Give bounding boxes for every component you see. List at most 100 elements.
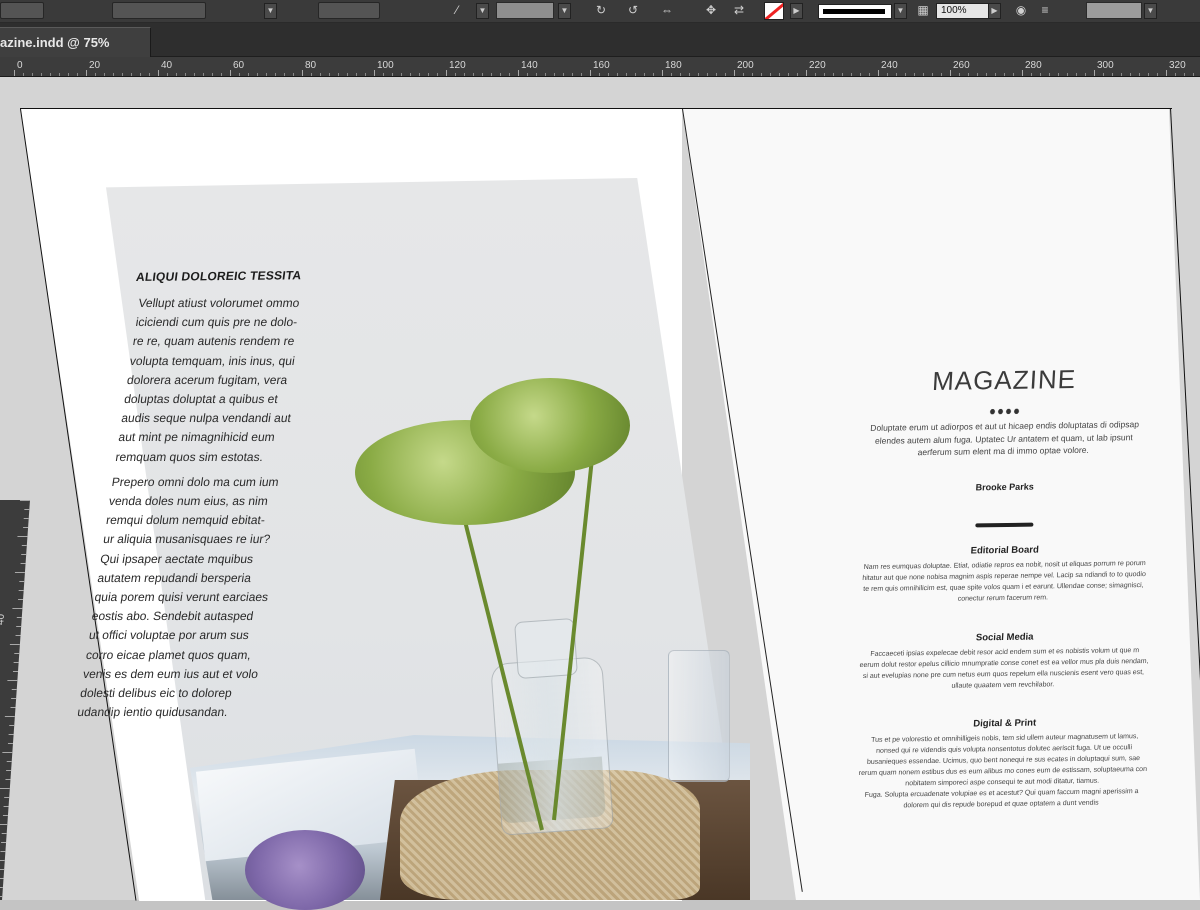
ruler-minor-tick [50,73,51,76]
ruler-tick-label: 80 [305,60,317,71]
opacity-input[interactable]: 100% [936,3,990,19]
ruler-minor-tick [644,73,645,76]
opacity-dropdown-icon[interactable]: ▶ [988,3,1001,19]
fill-dropdown-icon[interactable]: ▶ [790,3,803,19]
section-body-social-media[interactable]: Faccaeceti ipsias expelecae debit resor … [857,645,1150,693]
ruler-tick [18,599,24,600]
shear-field[interactable] [496,2,554,19]
horizontal-ruler[interactable]: 0 20 40 60 80 100 120 140 160 180 200 220 240 260 280 3… [0,57,1200,77]
ruler-tick [14,70,15,76]
ruler-minor-tick [23,73,24,76]
ruler-minor-tick [851,73,852,76]
ruler-minor-tick [959,73,960,76]
ruler-minor-tick [860,73,861,76]
shear-dropdown-icon[interactable]: ▼ [558,3,571,19]
rotate-down-arrow-icon[interactable]: ▼ [264,3,277,19]
ruler-minor-tick [536,73,537,76]
align-icon[interactable]: ≡ [1036,2,1054,18]
ruler-minor-tick [1058,73,1059,76]
ruler-tick-label: 200 [737,60,754,71]
ruler-minor-tick [824,73,825,76]
ruler-tick [19,581,25,582]
fill-none-swatch-icon[interactable] [764,2,784,20]
ruler-tick [6,761,12,762]
select-content-icon[interactable]: ⇄ [730,2,748,18]
ruler-tick [2,752,13,753]
ruler-minor-tick [1076,73,1077,76]
ruler-tick [1022,70,1023,76]
ruler-minor-tick [32,73,33,76]
select-container-icon[interactable]: ✥ [702,2,720,18]
rotate-ccw-icon[interactable]: ↺ [624,2,642,18]
ruler-tick-label: 40 [161,60,173,71]
intro-text[interactable]: Doluptate erum ut adiorpos et aut ut hic… [858,418,1150,460]
ruler-minor-tick [419,73,420,76]
ruler-tick-label: 240 [881,60,898,71]
ruler-tick [11,689,17,690]
ruler-minor-tick [653,73,654,76]
section-body-editorial-board[interactable]: Nam res eumquas doluptae. Etiat, odiatie… [857,558,1150,606]
style-field[interactable] [1086,2,1142,19]
ruler-minor-tick [329,73,330,76]
ruler-tick [1,833,7,834]
ruler-tick [6,770,12,771]
rotation-field[interactable] [318,2,380,19]
stroke-type-selector[interactable] [818,4,892,19]
ruler-tick [1166,70,1167,76]
effects-icon[interactable]: ◉ [1012,2,1030,18]
ruler-minor-tick [338,73,339,76]
ruler-tick [18,590,24,591]
ruler-minor-tick [221,73,222,76]
ruler-minor-tick [482,73,483,76]
ruler-minor-tick [284,73,285,76]
ruler-minor-tick [1004,73,1005,76]
ruler-tick [9,644,20,645]
ruler-minor-tick [1121,73,1122,76]
ruler-tick [1094,70,1095,76]
ruler-minor-tick [347,73,348,76]
article-paragraph: Prepero omni dolo ma cum ium venda doles… [76,474,280,720]
ruler-tick [7,743,14,744]
ruler-minor-tick [428,73,429,76]
ruler-minor-tick [365,73,366,76]
ruler-minor-tick [500,73,501,76]
ruler-minor-tick [752,73,753,76]
ruler-minor-tick [59,73,60,76]
ruler-tick [0,788,10,789]
reference-point-field[interactable] [0,2,44,19]
flip-horizontal-icon[interactable]: ⇔ [658,2,676,18]
ruler-minor-tick [122,73,123,76]
ruler-minor-tick [455,73,456,76]
style-dropdown-icon[interactable]: ▼ [1144,3,1157,19]
x-position-field[interactable] [112,2,206,19]
ruler-tick [4,716,15,717]
section-body-digital-print[interactable]: Tus et pe volorestio et omnihilligeis no… [856,731,1151,812]
ruler-tick [0,878,4,879]
ruler-tick [662,70,663,76]
magazine-title[interactable]: MAGAZINE [858,363,1150,398]
ruler-minor-tick [1130,73,1131,76]
stroke-dropdown-icon[interactable]: ▼ [894,3,907,19]
ruler-tick [14,572,25,573]
ruler-tick-label: 160 [593,60,610,71]
ruler-tick [734,70,735,76]
shear-down-arrow-icon[interactable]: ▼ [476,3,489,19]
ruler-minor-tick [95,73,96,76]
ruler-tick [806,70,807,76]
ruler-minor-tick [473,73,474,76]
document-tab-bar: azine.indd @ 75% [0,23,1200,57]
ruler-minor-tick [293,73,294,76]
ruler-tick [21,545,27,546]
ruler-tick [302,70,303,76]
ruler-tick [446,70,447,76]
ruler-minor-tick [599,73,600,76]
ruler-tick [24,509,30,510]
ruler-tick [23,527,29,528]
rotate-cw-icon[interactable]: ↻ [592,2,610,18]
document-tab[interactable]: azine.indd @ 75% [0,27,151,57]
ruler-minor-tick [635,73,636,76]
ruler-tick [0,860,5,861]
ruler-tick [3,806,9,807]
ruler-minor-tick [554,73,555,76]
shear-icon[interactable]: ⁄ [448,2,466,18]
